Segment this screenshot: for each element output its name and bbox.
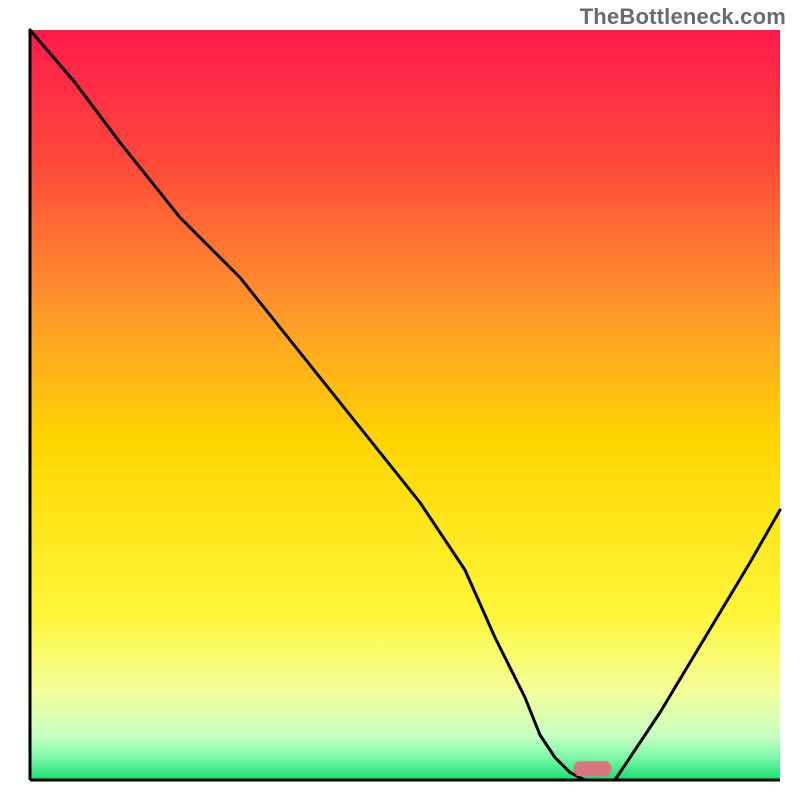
watermark-text: TheBottleneck.com xyxy=(580,4,786,30)
optimal-marker xyxy=(574,761,612,776)
chart-svg xyxy=(0,0,800,800)
plot-background xyxy=(30,30,780,780)
